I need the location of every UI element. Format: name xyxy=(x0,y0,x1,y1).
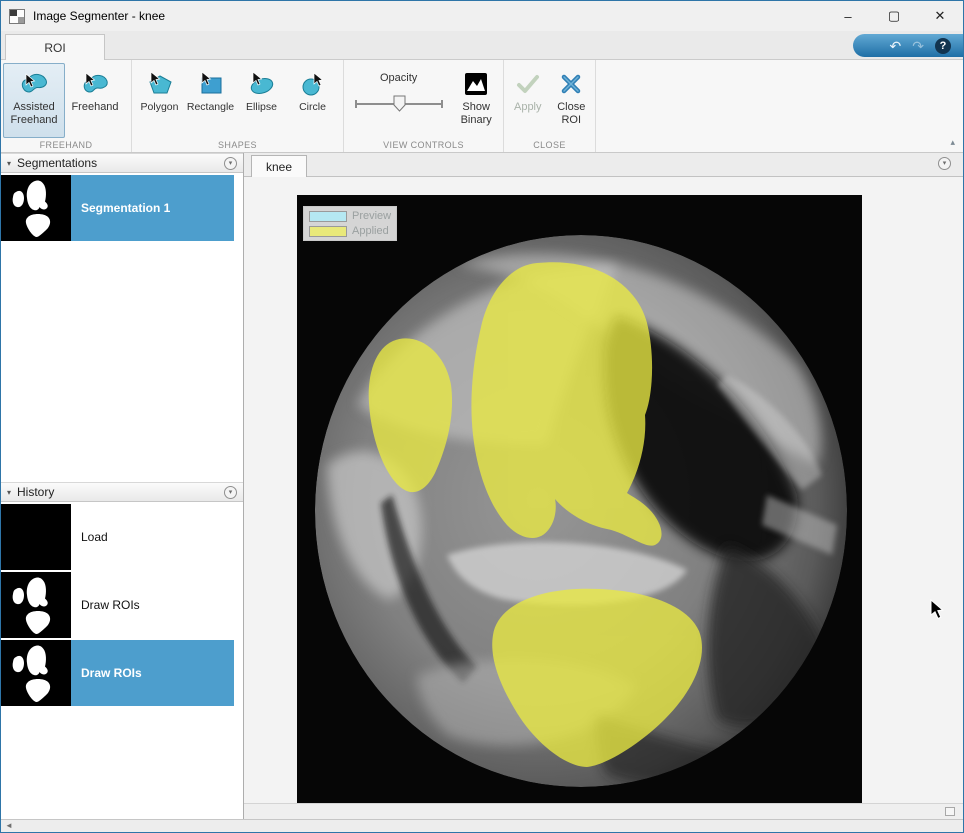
document-tabbar: knee ▾ xyxy=(244,153,963,177)
app-icon xyxy=(9,9,25,24)
statusbar: ◄ xyxy=(1,819,963,832)
panel-collapse-left-icon[interactable]: ◄ xyxy=(5,821,13,830)
segmentations-header[interactable]: ▾ Segmentations ▾ xyxy=(1,153,243,173)
redo-icon[interactable]: ↷ xyxy=(912,39,924,53)
tab-knee[interactable]: knee xyxy=(251,155,307,177)
mri-image[interactable] xyxy=(297,195,862,803)
group-view-controls: Opacity Show Binary xyxy=(344,60,504,152)
ellipse-label: Ellipse xyxy=(246,101,277,113)
quick-access-toolbar: ↶ ↷ ? xyxy=(853,34,963,57)
assisted-freehand-icon xyxy=(20,68,48,100)
segmentation-thumbnail xyxy=(1,175,71,241)
window-controls: – ▢ ✕ xyxy=(825,1,963,31)
polygon-icon xyxy=(147,68,173,100)
assisted-freehand-label: Assisted Freehand xyxy=(4,101,64,126)
resize-grip[interactable] xyxy=(945,807,955,816)
opacity-slider-thumb xyxy=(394,96,405,111)
group-label-freehand: FREEHAND xyxy=(1,140,131,150)
rectangle-icon xyxy=(198,68,224,100)
segmentations-menu-icon[interactable]: ▾ xyxy=(224,157,237,170)
ribbon: Assisted Freehand Freehand FREEHAND xyxy=(1,59,963,153)
history-item-label: Load xyxy=(71,504,234,570)
freehand-button[interactable]: Freehand xyxy=(65,63,125,138)
history-draw-rois-thumbnail xyxy=(1,640,71,706)
segmentation-list-item[interactable]: Segmentation 1 xyxy=(1,175,234,241)
history-load-thumbnail xyxy=(1,504,71,570)
group-label-shapes: SHAPES xyxy=(132,140,343,150)
preview-label: Preview xyxy=(352,210,391,222)
apply-label: Apply xyxy=(514,101,542,114)
history-collapse-icon[interactable]: ▾ xyxy=(7,488,11,497)
freehand-icon xyxy=(81,68,109,100)
segmentations-collapse-icon[interactable]: ▾ xyxy=(7,159,11,168)
applied-label: Applied xyxy=(352,225,389,237)
undo-icon[interactable]: ↶ xyxy=(890,39,902,53)
group-label-view-controls: VIEW CONTROLS xyxy=(344,140,503,150)
history-item-label: Draw ROIs xyxy=(71,572,234,638)
horizontal-scrollbar[interactable] xyxy=(244,803,963,819)
roi-femur xyxy=(471,262,661,545)
show-binary-icon xyxy=(464,68,488,100)
history-item-draw-rois-2[interactable]: Draw ROIs xyxy=(1,640,234,706)
polygon-label: Polygon xyxy=(141,101,179,113)
close-button[interactable]: ✕ xyxy=(917,1,963,31)
history-draw-rois-thumbnail xyxy=(1,572,71,638)
show-binary-label: Show Binary xyxy=(452,101,500,126)
group-shapes: Polygon Rectangle xyxy=(132,60,344,152)
group-close: Apply Close ROI CLOSE xyxy=(504,60,596,152)
rectangle-label: Rectangle xyxy=(187,101,234,113)
ellipse-icon xyxy=(249,68,275,100)
segmentations-title: Segmentations xyxy=(17,156,97,170)
history-title: History xyxy=(17,485,54,499)
history-item-load[interactable]: Load xyxy=(1,504,234,570)
group-label-close: CLOSE xyxy=(504,140,595,150)
ribbon-collapse-icon[interactable]: ▴ xyxy=(950,137,955,148)
apply-button[interactable]: Apply xyxy=(506,63,550,138)
history-menu-icon[interactable]: ▾ xyxy=(224,486,237,499)
circle-label: Circle xyxy=(299,101,326,113)
maximize-button[interactable]: ▢ xyxy=(871,1,917,31)
minimize-button[interactable]: – xyxy=(825,1,871,31)
history-item-label: Draw ROIs xyxy=(71,640,234,706)
polygon-button[interactable]: Polygon xyxy=(134,63,185,138)
circle-button[interactable]: Circle xyxy=(287,63,338,138)
toolstrip-tabbar: ROI ↶ ↷ ? xyxy=(1,31,963,59)
show-binary-button[interactable]: Show Binary xyxy=(451,63,501,138)
close-roi-label: Close ROI xyxy=(551,101,593,126)
close-roi-icon xyxy=(559,68,583,100)
preview-swatch xyxy=(309,211,347,222)
legend-applied-row: Applied xyxy=(309,225,391,237)
applied-swatch xyxy=(309,226,347,237)
group-freehand: Assisted Freehand Freehand FREEHAND xyxy=(1,60,132,152)
tab-roi[interactable]: ROI xyxy=(5,34,105,60)
titlebar: Image Segmenter - knee – ▢ ✕ xyxy=(1,1,963,31)
document-area: knee ▾ Preview Applied xyxy=(244,153,963,819)
app-window: Image Segmenter - knee – ▢ ✕ ROI ↶ ↷ ? xyxy=(0,0,964,833)
opacity-slider[interactable] xyxy=(354,91,444,117)
assisted-freehand-button[interactable]: Assisted Freehand xyxy=(3,63,65,138)
left-panel: ▾ Segmentations ▾ Segmentation 1 ▾ Histo… xyxy=(1,153,244,819)
rectangle-button[interactable]: Rectangle xyxy=(185,63,236,138)
apply-check-icon xyxy=(515,68,541,100)
roi-legend: Preview Applied xyxy=(303,206,397,241)
ellipse-button[interactable]: Ellipse xyxy=(236,63,287,138)
legend-preview-row: Preview xyxy=(309,210,391,222)
opacity-control: Opacity xyxy=(346,63,451,138)
window-title: Image Segmenter - knee xyxy=(33,9,165,23)
history-item-draw-rois-1[interactable]: Draw ROIs xyxy=(1,572,234,638)
help-icon[interactable]: ? xyxy=(935,38,951,54)
history-header[interactable]: ▾ History ▾ xyxy=(1,482,243,502)
circle-icon xyxy=(300,68,326,100)
segmentation-item-label: Segmentation 1 xyxy=(71,175,234,241)
freehand-label: Freehand xyxy=(71,101,118,114)
opacity-label: Opacity xyxy=(380,72,417,84)
document-menu-icon[interactable]: ▾ xyxy=(938,157,951,170)
close-roi-button[interactable]: Close ROI xyxy=(550,63,594,138)
image-canvas[interactable]: Preview Applied xyxy=(244,177,963,803)
